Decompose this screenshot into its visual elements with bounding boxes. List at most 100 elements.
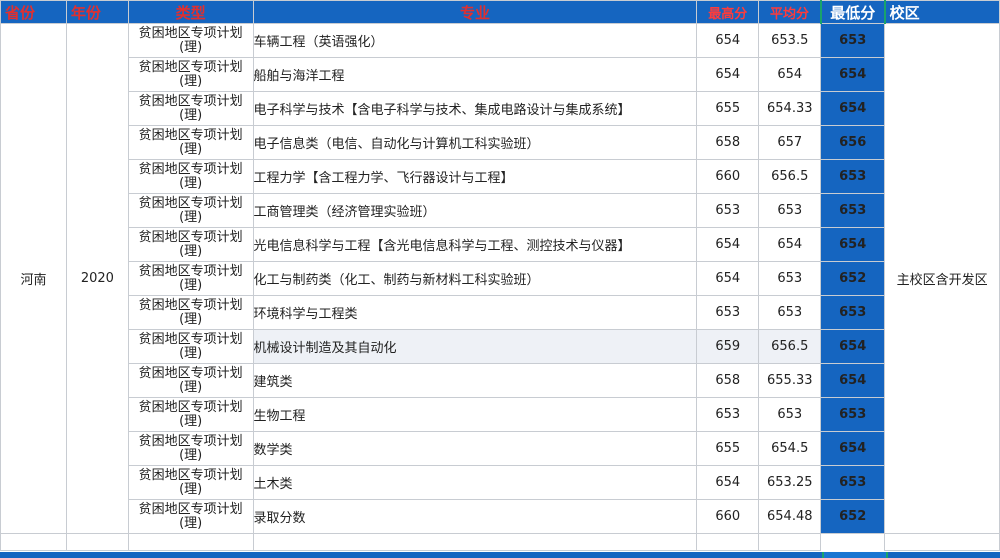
- avg-score-cell[interactable]: 653: [758, 295, 822, 330]
- major-cell[interactable]: 船舶与海洋工程: [252, 57, 698, 92]
- avg-score-cell[interactable]: 653: [758, 193, 822, 228]
- max-score-cell[interactable]: 658: [696, 363, 760, 398]
- max-score-cell[interactable]: 659: [696, 329, 760, 364]
- min-score-cell[interactable]: 654: [820, 227, 886, 262]
- avg-score-cell[interactable]: 653: [758, 397, 822, 432]
- major-cell[interactable]: 环境科学与工程类: [252, 295, 698, 330]
- table-row: 贫困地区专项计划 (理) 电子信息类（电信、自动化与计算机工科实验班） 658 657 6…: [1, 125, 1000, 160]
- avg-score-cell[interactable]: 653: [758, 261, 822, 296]
- max-score-cell[interactable]: 654: [696, 23, 760, 58]
- type-cell[interactable]: 贫困地区专项计划 (理): [127, 91, 254, 126]
- header-province[interactable]: 省份: [0, 0, 67, 24]
- type-cell[interactable]: 贫困地区专项计划 (理): [127, 295, 254, 330]
- type-cell[interactable]: 贫困地区专项计划 (理): [127, 465, 254, 500]
- avg-score-cell[interactable]: 654: [758, 227, 822, 262]
- min-score-cell[interactable]: 653: [820, 397, 886, 432]
- empty-cell[interactable]: [884, 533, 1000, 551]
- min-score-cell[interactable]: 653: [820, 295, 886, 330]
- avg-score-cell[interactable]: 656.5: [758, 159, 822, 194]
- min-score-cell[interactable]: 654: [820, 363, 886, 398]
- avg-score-cell[interactable]: 656.5: [758, 329, 822, 364]
- header-min-score[interactable]: 最低分: [819, 0, 886, 24]
- avg-score-cell[interactable]: 655.33: [758, 363, 822, 398]
- min-score-cell[interactable]: 653: [820, 465, 886, 500]
- avg-score-cell[interactable]: 657: [758, 125, 822, 160]
- type-cell[interactable]: 贫困地区专项计划 (理): [127, 363, 254, 398]
- max-score-cell[interactable]: 653: [696, 397, 760, 432]
- min-score-cell[interactable]: 654: [820, 431, 886, 466]
- type-cell[interactable]: 贫困地区专项计划 (理): [127, 499, 254, 534]
- min-score-cell[interactable]: 652: [820, 499, 886, 534]
- major-cell[interactable]: 土木类: [252, 465, 698, 500]
- type-label-line2: (理): [179, 447, 203, 463]
- campus-cell[interactable]: 主校区含开发区: [884, 23, 1000, 534]
- header-max-score[interactable]: 最高分: [696, 0, 760, 24]
- province-cell[interactable]: 河南: [0, 23, 67, 534]
- min-score-cell[interactable]: 653: [820, 23, 886, 58]
- max-score-cell[interactable]: 654: [696, 57, 760, 92]
- avg-score-cell[interactable]: 654.48: [758, 499, 822, 534]
- empty-cell[interactable]: [252, 533, 698, 551]
- max-score-cell[interactable]: 660: [696, 499, 760, 534]
- major-cell[interactable]: 建筑类: [252, 363, 698, 398]
- type-cell[interactable]: 贫困地区专项计划 (理): [127, 227, 254, 262]
- empty-cell[interactable]: [0, 533, 67, 551]
- empty-cell[interactable]: [820, 533, 886, 551]
- type-label-line2: (理): [179, 515, 203, 531]
- year-cell[interactable]: 2020: [65, 23, 129, 534]
- type-cell[interactable]: 贫困地区专项计划 (理): [127, 261, 254, 296]
- empty-cell[interactable]: [127, 533, 254, 551]
- max-score-cell[interactable]: 660: [696, 159, 760, 194]
- major-cell[interactable]: 电子信息类（电信、自动化与计算机工科实验班）: [252, 125, 698, 160]
- avg-score-cell[interactable]: 654: [758, 57, 822, 92]
- max-score-cell[interactable]: 655: [696, 431, 760, 466]
- min-score-cell[interactable]: 654: [820, 57, 886, 92]
- table-row: 贫困地区专项计划 (理) 化工与制药类（化工、制药与新材料工科实验班） 654 653 6…: [1, 261, 1000, 296]
- empty-cell[interactable]: [65, 533, 129, 551]
- major-cell[interactable]: 数学类: [252, 431, 698, 466]
- type-cell[interactable]: 贫困地区专项计划 (理): [127, 125, 254, 160]
- type-cell[interactable]: 贫困地区专项计划 (理): [127, 57, 254, 92]
- avg-score-cell[interactable]: 654.33: [758, 91, 822, 126]
- major-cell[interactable]: 生物工程: [252, 397, 698, 432]
- type-cell[interactable]: 贫困地区专项计划 (理): [127, 159, 254, 194]
- header-major[interactable]: 专业: [252, 0, 698, 24]
- major-cell[interactable]: 化工与制药类（化工、制药与新材料工科实验班）: [252, 261, 698, 296]
- avg-score-cell[interactable]: 653.25: [758, 465, 822, 500]
- max-score-cell[interactable]: 654: [696, 261, 760, 296]
- max-score-cell[interactable]: 654: [696, 465, 760, 500]
- major-cell[interactable]: 工程力学【含工程力学、飞行器设计与工程】: [252, 159, 698, 194]
- min-score-cell[interactable]: 654: [820, 91, 886, 126]
- header-year[interactable]: 年份: [65, 0, 129, 24]
- avg-score-cell[interactable]: 654.5: [758, 431, 822, 466]
- type-cell[interactable]: 贫困地区专项计划 (理): [127, 329, 254, 364]
- major-cell[interactable]: 车辆工程（英语强化）: [252, 23, 698, 58]
- type-label-line1: 贫困地区专项计划: [138, 263, 243, 279]
- max-score-cell[interactable]: 653: [696, 295, 760, 330]
- max-score-cell[interactable]: 653: [696, 193, 760, 228]
- major-cell[interactable]: 录取分数: [252, 499, 698, 534]
- empty-cell[interactable]: [696, 533, 760, 551]
- max-score-cell[interactable]: 658: [696, 125, 760, 160]
- type-label-line2: (理): [179, 39, 203, 55]
- type-cell[interactable]: 贫困地区专项计划 (理): [127, 397, 254, 432]
- empty-cell[interactable]: [758, 533, 822, 551]
- max-score-cell[interactable]: 655: [696, 91, 760, 126]
- major-cell[interactable]: 机械设计制造及其自动化: [252, 329, 698, 364]
- header-avg-score[interactable]: 平均分: [758, 0, 822, 24]
- type-cell[interactable]: 贫困地区专项计划 (理): [127, 23, 254, 58]
- major-cell[interactable]: 工商管理类（经济管理实验班）: [252, 193, 698, 228]
- min-score-cell[interactable]: 653: [820, 193, 886, 228]
- max-score-cell[interactable]: 654: [696, 227, 760, 262]
- header-type[interactable]: 类型: [127, 0, 254, 24]
- major-cell[interactable]: 电子科学与技术【含电子科学与技术、集成电路设计与集成系统】: [252, 91, 698, 126]
- min-score-cell[interactable]: 654: [820, 329, 886, 364]
- min-score-cell[interactable]: 656: [820, 125, 886, 160]
- avg-score-cell[interactable]: 653.5: [758, 23, 822, 58]
- type-cell[interactable]: 贫困地区专项计划 (理): [127, 193, 254, 228]
- major-cell[interactable]: 光电信息科学与工程【含光电信息科学与工程、测控技术与仪器】: [252, 227, 698, 262]
- type-cell[interactable]: 贫困地区专项计划 (理): [127, 431, 254, 466]
- header-campus[interactable]: 校区: [884, 0, 1000, 24]
- min-score-cell[interactable]: 652: [820, 261, 886, 296]
- min-score-cell[interactable]: 653: [820, 159, 886, 194]
